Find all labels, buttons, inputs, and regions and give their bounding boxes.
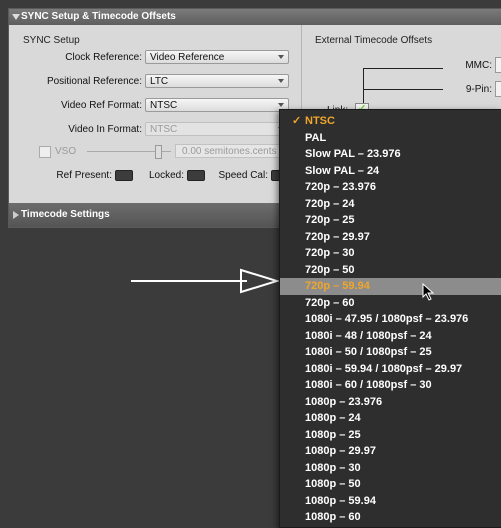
menu-item[interactable]: 1080p – 50 bbox=[280, 476, 501, 493]
menu-item-label: 1080p – 30 bbox=[305, 461, 361, 474]
menu-item-label: 1080p – 23.976 bbox=[305, 395, 383, 408]
menu-item-label: Slow PAL – 23.976 bbox=[305, 148, 401, 160]
menu-item[interactable]: 1080p – 24 bbox=[280, 410, 501, 427]
video-ref-format-select[interactable]: NTSC bbox=[145, 98, 289, 112]
nine-pin-field[interactable] bbox=[495, 81, 501, 97]
menu-item[interactable]: 720p – 24 bbox=[280, 196, 501, 213]
menu-item[interactable]: Slow PAL – 23.976 bbox=[280, 146, 501, 163]
vso-value-field[interactable]: 0.00 semitones.cents bbox=[175, 144, 285, 158]
vso-units: semitones.cents bbox=[204, 146, 277, 157]
menu-item[interactable]: 1080p – 23.976 bbox=[280, 394, 501, 411]
locked-indicator bbox=[187, 170, 205, 181]
menu-item-label: 1080p – 25 bbox=[305, 428, 361, 441]
menu-item-label: PAL bbox=[305, 131, 327, 144]
menu-item[interactable]: 720p – 50 bbox=[280, 262, 501, 279]
menu-item-label: 720p – 59.94 bbox=[305, 280, 370, 292]
arrow-pointer-icon bbox=[131, 268, 279, 294]
vso-value: 0.00 bbox=[182, 146, 202, 157]
menu-item-label: 1080i – 48 / 1080psf – 24 bbox=[305, 329, 432, 342]
disclosure-triangle-icon[interactable] bbox=[13, 211, 19, 219]
menu-item-label: 1080p – 24 bbox=[305, 412, 361, 424]
disclosure-triangle-icon[interactable] bbox=[12, 14, 20, 20]
menu-item-label: 1080i – 60 / 1080psf – 30 bbox=[305, 379, 432, 391]
chevron-down-icon bbox=[278, 103, 284, 107]
vso-checkbox[interactable] bbox=[39, 146, 51, 158]
positional-reference-select[interactable]: LTC bbox=[145, 74, 289, 88]
menu-item-label: 1080i – 47.95 / 1080psf – 23.976 bbox=[305, 313, 469, 325]
positional-reference-label: Positional Reference: bbox=[46, 76, 142, 87]
locked-label: Locked: bbox=[148, 170, 184, 181]
link-bracket-top bbox=[363, 68, 443, 69]
sync-setup-heading: SYNC Setup bbox=[23, 35, 80, 46]
menu-item-label: 720p – 30 bbox=[305, 247, 355, 259]
link-bracket-vertical bbox=[363, 68, 364, 104]
menu-item-label: 720p – 29.97 bbox=[305, 230, 370, 243]
menu-item[interactable]: 1080p – 60 bbox=[280, 509, 501, 526]
video-in-format-value: NTSC bbox=[150, 124, 178, 135]
menu-item[interactable]: 1080i – 47.95 / 1080psf – 23.976 bbox=[280, 311, 501, 328]
menu-item-label: Slow PAL – 24 bbox=[305, 164, 380, 177]
menu-item[interactable]: Slow PAL – 24 bbox=[280, 163, 501, 180]
menu-item[interactable]: 1080p – 30 bbox=[280, 460, 501, 477]
panel-title: SYNC Setup & Timecode Offsets bbox=[21, 11, 176, 22]
mmc-field[interactable] bbox=[495, 57, 501, 73]
chevron-down-icon bbox=[278, 79, 284, 83]
menu-item-label: 720p – 24 bbox=[305, 197, 355, 210]
menu-item-label: 720p – 23.976 bbox=[305, 181, 376, 193]
menu-item-label: NTSC bbox=[305, 115, 335, 127]
menu-item[interactable]: 1080p – 25 bbox=[280, 427, 501, 444]
vso-label: VSO bbox=[55, 146, 77, 157]
menu-item[interactable]: 1080i – 50 / 1080psf – 25 bbox=[280, 344, 501, 361]
ref-present-label: Ref Present: bbox=[56, 170, 112, 181]
clock-reference-label: Clock Reference: bbox=[65, 52, 142, 63]
clock-reference-select[interactable]: Video Reference bbox=[145, 50, 289, 64]
menu-item[interactable]: ✓ NTSC bbox=[280, 113, 501, 130]
link-bracket-bottom bbox=[363, 89, 443, 90]
clock-reference-value: Video Reference bbox=[150, 52, 225, 63]
menu-item[interactable]: 720p – 29.97 bbox=[280, 229, 501, 246]
menu-item[interactable]: 720p – 60 bbox=[280, 295, 501, 312]
chevron-down-icon bbox=[278, 55, 284, 59]
menu-item[interactable]: 720p – 25 bbox=[280, 212, 501, 229]
menu-item[interactable]: 1080i – 59.94 / 1080psf – 29.97 bbox=[280, 361, 501, 378]
speed-cal-label: Speed Cal: bbox=[218, 170, 268, 181]
mmc-label: MMC: bbox=[465, 60, 492, 71]
positional-reference-value: LTC bbox=[150, 76, 169, 87]
menu-item[interactable]: 720p – 59.94 bbox=[280, 278, 501, 295]
menu-item-label: 720p – 60 bbox=[305, 296, 355, 309]
ref-present-indicator bbox=[115, 170, 133, 181]
external-timecode-heading: External Timecode Offsets bbox=[315, 35, 433, 46]
menu-item-label: 720p – 25 bbox=[305, 214, 355, 226]
video-ref-format-label: Video Ref Format: bbox=[61, 100, 142, 111]
menu-item-label: 1080i – 50 / 1080psf – 25 bbox=[305, 346, 432, 358]
video-ref-format-value: NTSC bbox=[150, 100, 178, 111]
menu-item[interactable]: 1080i – 60 / 1080psf – 30 bbox=[280, 377, 501, 394]
menu-item[interactable]: PAL bbox=[280, 130, 501, 147]
menu-item-label: 1080p – 60 bbox=[305, 511, 361, 523]
menu-item-label: 1080p – 59.94 bbox=[305, 494, 376, 507]
menu-item[interactable]: 1080i – 48 / 1080psf – 24 bbox=[280, 328, 501, 345]
vso-slider-handle[interactable] bbox=[155, 145, 162, 159]
menu-item[interactable]: 1080p – 29.97 bbox=[280, 443, 501, 460]
mouse-cursor-icon bbox=[422, 283, 435, 301]
video-in-format-label: Video In Format: bbox=[68, 124, 142, 135]
video-ref-format-menu: ✓ NTSC PAL Slow PAL – 23.976 Slow PAL – 24 72… bbox=[279, 109, 501, 528]
menu-item[interactable]: 720p – 30 bbox=[280, 245, 501, 262]
menu-item[interactable]: 720p – 23.976 bbox=[280, 179, 501, 196]
nine-pin-label: 9-Pin: bbox=[465, 84, 492, 95]
menu-item[interactable]: 1080p – 59.94 bbox=[280, 493, 501, 510]
menu-item-label: 1080p – 50 bbox=[305, 478, 361, 490]
video-in-format-select[interactable]: NTSC bbox=[145, 122, 289, 136]
timecode-settings-label: Timecode Settings bbox=[21, 209, 110, 220]
checkmark-icon: ✓ bbox=[292, 115, 302, 127]
menu-item-label: 720p – 50 bbox=[305, 263, 355, 276]
panel-titlebar[interactable]: SYNC Setup & Timecode Offsets bbox=[9, 9, 501, 25]
menu-item-label: 1080i – 59.94 / 1080psf – 29.97 bbox=[305, 362, 463, 375]
menu-item-label: 1080p – 29.97 bbox=[305, 445, 376, 457]
